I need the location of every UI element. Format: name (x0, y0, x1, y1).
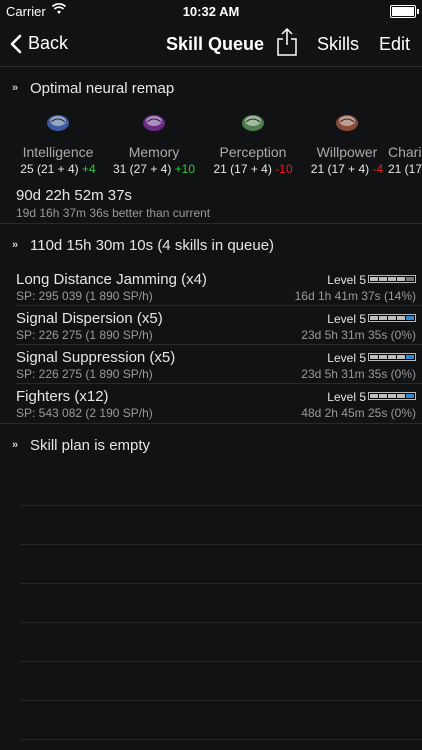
status-bar: Carrier 10:32 AM (0, 0, 422, 22)
level-progress-bar (368, 314, 416, 322)
queue-header-label: 110d 15h 30m 10s (4 skills in queue) (30, 236, 275, 254)
skill-row[interactable]: Signal Suppression (x5) SP: 226 275 (1 8… (0, 345, 422, 383)
attribute-delta: -10 (275, 162, 293, 176)
skill-remaining-time: 23d 5h 31m 35s (0%) (301, 367, 416, 381)
attribute-memory: Memory 31 (27 + 4) +10 (104, 112, 204, 176)
empty-row-separator (20, 583, 422, 584)
level-progress-bar (368, 392, 416, 400)
share-icon (277, 27, 297, 56)
attribute-value: 31 (27 + 4) +10 (104, 162, 204, 176)
brain-icon (143, 115, 165, 131)
double-chevron-down-icon: » (12, 439, 19, 451)
attribute-base: 21 (17 + 4) (388, 162, 422, 176)
skill-row[interactable]: Signal Dispersion (x5) SP: 226 275 (1 89… (0, 306, 422, 344)
skill-level: Level 5 (327, 390, 366, 404)
plan-header-label: Skill plan is empty (30, 436, 151, 454)
empty-row-separator (20, 544, 422, 545)
divider (0, 423, 422, 424)
attribute-value: 21 (17 + 4) (388, 162, 422, 176)
attribute-value: 25 (21 + 4) +4 (8, 162, 108, 176)
skill-row[interactable]: Long Distance Jamming (x4) SP: 295 039 (… (0, 267, 422, 305)
level-progress-bar (368, 275, 416, 283)
double-chevron-down-icon: » (12, 239, 19, 251)
navigation-bar: Back Skill Queue Skills Edit (0, 22, 422, 67)
edit-button[interactable]: Edit (379, 34, 410, 55)
level-progress-bar (368, 353, 416, 361)
chevron-left-icon (10, 34, 22, 53)
skill-sp: SP: 226 275 (1 890 SP/h) (16, 367, 153, 381)
attribute-name: Charisma (388, 144, 422, 160)
brain-icon (47, 115, 69, 131)
attribute-value: 21 (17 + 4) -10 (203, 162, 303, 176)
skill-level: Level 5 (327, 312, 366, 326)
attribute-base: 21 (17 + 4) (310, 162, 370, 176)
attribute-base: 25 (21 + 4) (20, 162, 79, 176)
remap-total-time: 90d 22h 52m 37s (16, 187, 132, 204)
back-label: Back (28, 33, 69, 53)
page-title: Skill Queue (166, 34, 265, 54)
double-chevron-down-icon: » (12, 82, 19, 94)
skill-name: Fighters (x12) (16, 388, 109, 405)
skill-remaining-time: 16d 1h 41m 37s (14%) (294, 289, 416, 303)
back-button[interactable]: Back (10, 33, 68, 54)
skill-sp: SP: 543 082 (2 190 SP/h) (16, 406, 153, 420)
skill-row[interactable]: Fighters (x12) SP: 543 082 (2 190 SP/h) … (0, 384, 422, 422)
attribute-name: Willpower (316, 144, 378, 160)
empty-row-separator (20, 505, 422, 506)
attribute-value: 21 (17 + 4) -4 (297, 162, 397, 176)
attribute-list: Intelligence 25 (21 + 4) +4 Memory 31 (2… (0, 112, 422, 184)
attribute-perception: Perception 21 (17 + 4) -10 (203, 112, 303, 176)
empty-row-separator (20, 661, 422, 662)
attribute-base: 21 (17 + 4) (213, 162, 272, 176)
attribute-delta: -4 (372, 162, 384, 176)
remap-header-label: Optimal neural remap (30, 79, 175, 97)
skill-remaining-time: 48d 2h 45m 25s (0%) (301, 406, 416, 420)
battery-icon (390, 5, 419, 18)
remap-improvement: 19d 16h 37m 36s better than current (16, 206, 211, 220)
attribute-name: Perception (219, 144, 287, 160)
empty-row-separator (20, 700, 422, 701)
divider (0, 223, 422, 224)
attribute-charisma: Charisma 21 (17 + 4) (388, 112, 422, 176)
skill-name: Long Distance Jamming (x4) (16, 271, 207, 288)
attribute-base: 31 (27 + 4) (112, 162, 172, 176)
skill-name: Signal Suppression (x5) (16, 349, 176, 366)
skill-sp: SP: 295 039 (1 890 SP/h) (16, 289, 153, 303)
empty-row-separator (20, 739, 422, 740)
remap-section-header[interactable]: » Optimal neural remap (0, 73, 422, 103)
skill-level: Level 5 (327, 273, 366, 287)
plan-section-header[interactable]: » Skill plan is empty (0, 430, 422, 460)
attribute-delta: +10 (174, 162, 196, 176)
empty-row-separator (20, 622, 422, 623)
share-button[interactable] (276, 27, 298, 62)
clock: 10:32 AM (182, 4, 240, 19)
skill-level: Level 5 (327, 351, 366, 365)
attribute-delta: +4 (82, 162, 96, 176)
brain-icon (336, 115, 358, 131)
queue-section-header[interactable]: » 110d 15h 30m 10s (4 skills in queue) (0, 230, 422, 260)
attribute-name: Memory (128, 144, 180, 160)
skills-button[interactable]: Skills (317, 34, 359, 55)
brain-icon (242, 115, 264, 131)
attribute-intelligence: Intelligence 25 (21 + 4) +4 (8, 112, 108, 176)
attribute-willpower: Willpower 21 (17 + 4) -4 (297, 112, 397, 176)
skill-name: Signal Dispersion (x5) (16, 310, 163, 327)
skill-sp: SP: 226 275 (1 890 SP/h) (16, 328, 153, 342)
attribute-name: Intelligence (22, 144, 94, 160)
skill-remaining-time: 23d 5h 31m 35s (0%) (301, 328, 416, 342)
